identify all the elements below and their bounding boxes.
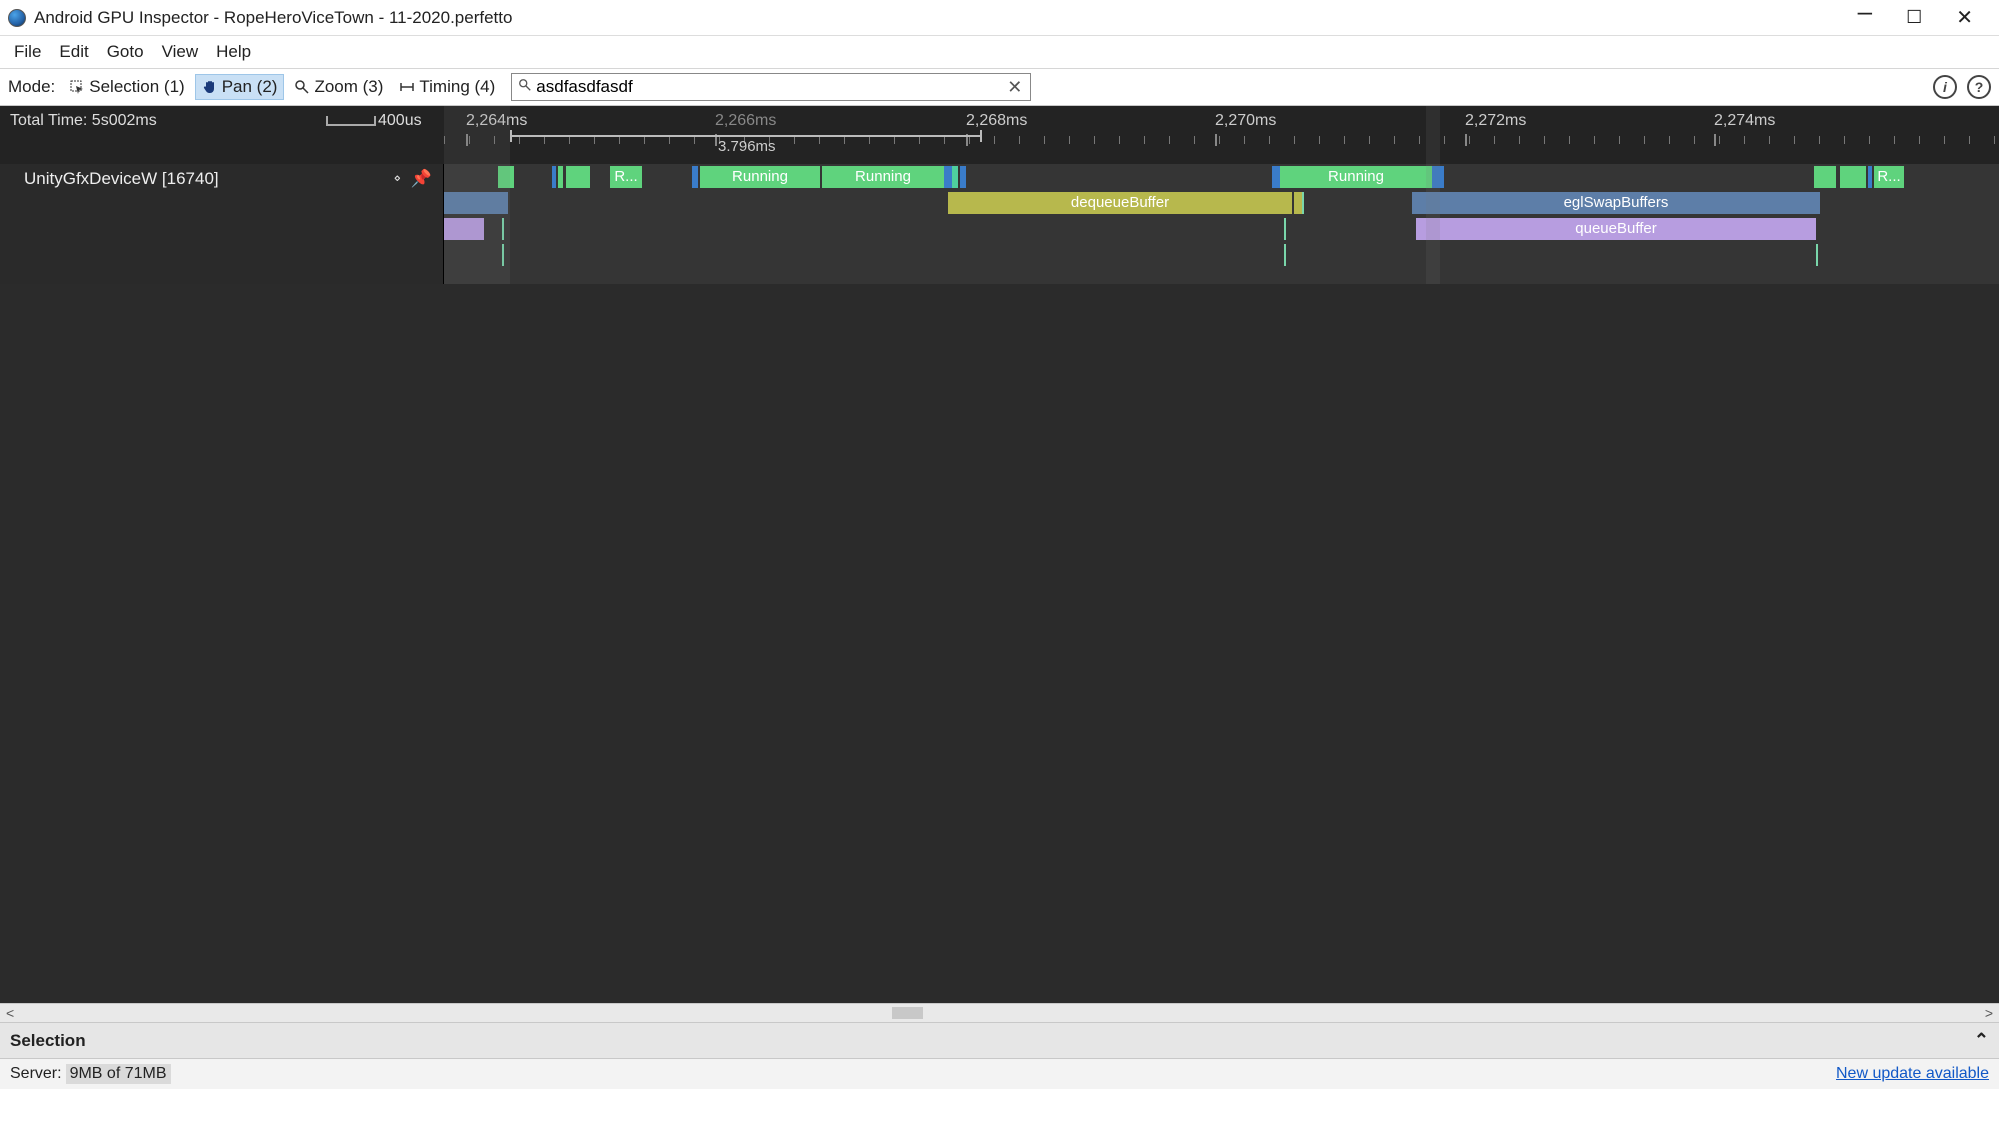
scrollbar-thumb[interactable] <box>892 1007 923 1019</box>
app-icon <box>8 9 26 27</box>
search-input[interactable] <box>536 77 1005 97</box>
titlebar: Android GPU Inspector - RopeHeroViceTown… <box>0 0 1999 36</box>
selection-panel-header[interactable]: Selection ⌃ <box>0 1023 1999 1059</box>
tick-label: 2,268ms <box>966 112 1027 130</box>
window-title: Android GPU Inspector - RopeHeroViceTown… <box>34 8 512 28</box>
slice[interactable]: Running <box>700 166 820 188</box>
horizontal-scrollbar[interactable]: < > <box>0 1003 1999 1023</box>
statusbar: Server: 9MB of 71MB New update available <box>0 1059 1999 1089</box>
toolbar: Mode: Selection (1) Pan (2) Zoom (3) Tim… <box>0 68 1999 106</box>
scrollbar-track[interactable] <box>24 1007 1975 1019</box>
range-span-bar <box>510 135 982 137</box>
scale-bracket <box>326 116 376 126</box>
window-controls: – ☐ ✕ <box>1858 2 1999 33</box>
menu-file[interactable]: File <box>6 38 49 66</box>
slice[interactable] <box>960 166 966 188</box>
chevron-up-icon[interactable]: ⌃ <box>1974 1030 1989 1051</box>
scroll-right-arrow[interactable]: > <box>1979 1005 1999 1021</box>
slice[interactable]: queueBuffer <box>1416 218 1816 240</box>
slice[interactable] <box>952 166 958 188</box>
track-row-calls-2[interactable]: queueBuffer <box>444 216 1999 242</box>
track-header[interactable]: UnityGfxDeviceW [16740] ⌄⌃ 📌 <box>0 164 444 194</box>
time-ruler[interactable]: Total Time: 5s002ms 400us 2,264ms2,268ms… <box>0 106 1999 164</box>
tracks[interactable]: R...RunningRunningRunningR...dequeueBuff… <box>444 164 1999 284</box>
search-clear-button[interactable]: ✕ <box>1005 77 1024 98</box>
slice[interactable] <box>1868 166 1872 188</box>
slice[interactable] <box>1814 166 1836 188</box>
menu-edit[interactable]: Edit <box>51 38 96 66</box>
slice[interactable] <box>1840 166 1866 188</box>
mode-pan-label: Pan (2) <box>222 77 278 97</box>
minimize-button[interactable]: – <box>1858 0 1872 27</box>
help-button[interactable]: ? <box>1967 75 1991 99</box>
maximize-button[interactable]: ☐ <box>1906 7 1922 28</box>
close-button[interactable]: ✕ <box>1956 5 1973 30</box>
slice[interactable]: R... <box>610 166 642 188</box>
server-label: Server: <box>10 1065 62 1083</box>
total-time-label: Total Time: 5s002ms <box>10 112 157 130</box>
mode-selection[interactable]: Selection (1) <box>63 75 190 99</box>
menu-help[interactable]: Help <box>208 38 259 66</box>
tick-label: 2,274ms <box>1714 112 1775 130</box>
search-icon <box>518 77 532 97</box>
slice[interactable]: eglSwapBuffers <box>1412 192 1820 214</box>
update-link[interactable]: New update available <box>1836 1065 1989 1083</box>
slice[interactable] <box>552 166 556 188</box>
collapse-icon[interactable]: ⌄⌃ <box>392 173 403 185</box>
tick-label: 2,270ms <box>1215 112 1276 130</box>
slice[interactable]: R... <box>1874 166 1904 188</box>
memory-usage: 9MB of 71MB <box>66 1064 171 1084</box>
slice[interactable] <box>1294 192 1302 214</box>
slice[interactable] <box>1272 166 1280 188</box>
empty-area <box>0 284 1999 1003</box>
hand-icon <box>202 79 218 95</box>
slice[interactable] <box>692 166 698 188</box>
slice-mark <box>1284 218 1286 240</box>
slice[interactable]: Running <box>1280 166 1432 188</box>
mode-zoom-label: Zoom (3) <box>314 77 383 97</box>
track-row-thread-state[interactable]: R...RunningRunningRunningR... <box>444 164 1999 190</box>
slice[interactable] <box>944 166 952 188</box>
track-row-calls-1[interactable]: dequeueBuffer eglSwapBuffers <box>444 190 1999 216</box>
slice[interactable] <box>566 166 590 188</box>
ruler-ticks <box>444 134 1999 164</box>
mode-zoom[interactable]: Zoom (3) <box>288 75 389 99</box>
faint-tick-label: 2,266ms <box>715 112 776 130</box>
info-button[interactable]: i <box>1933 75 1957 99</box>
range-span-label: 3.796ms <box>718 138 776 155</box>
track-name: UnityGfxDeviceW [16740] <box>24 169 219 189</box>
mode-label: Mode: <box>8 77 55 97</box>
track-row-calls-3[interactable] <box>444 242 1999 268</box>
scroll-left-arrow[interactable]: < <box>0 1005 20 1021</box>
mode-timing[interactable]: Timing (4) <box>393 75 501 99</box>
timing-icon <box>399 79 415 95</box>
slice-mark <box>1816 244 1818 266</box>
selection-icon <box>69 79 85 95</box>
menu-goto[interactable]: Goto <box>99 38 152 66</box>
trace-view[interactable]: Total Time: 5s002ms 400us 2,264ms2,268ms… <box>0 106 1999 1003</box>
scale-label: 400us <box>378 112 422 130</box>
slice-mark <box>1284 244 1286 266</box>
slice-mark <box>1302 192 1304 214</box>
menu-view[interactable]: View <box>154 38 207 66</box>
slice[interactable] <box>558 166 563 188</box>
mode-pan[interactable]: Pan (2) <box>195 74 285 100</box>
search-field[interactable]: ✕ <box>511 73 1031 101</box>
mode-timing-label: Timing (4) <box>419 77 495 97</box>
tick-label: 2,272ms <box>1465 112 1526 130</box>
slice[interactable]: Running <box>822 166 944 188</box>
menubar: File Edit Goto View Help <box>0 36 1999 68</box>
selection-panel-title: Selection <box>10 1031 86 1051</box>
pin-icon[interactable]: 📌 <box>411 169 432 189</box>
slice[interactable]: dequeueBuffer <box>948 192 1292 214</box>
zoom-icon <box>294 79 310 95</box>
mode-selection-label: Selection (1) <box>89 77 184 97</box>
